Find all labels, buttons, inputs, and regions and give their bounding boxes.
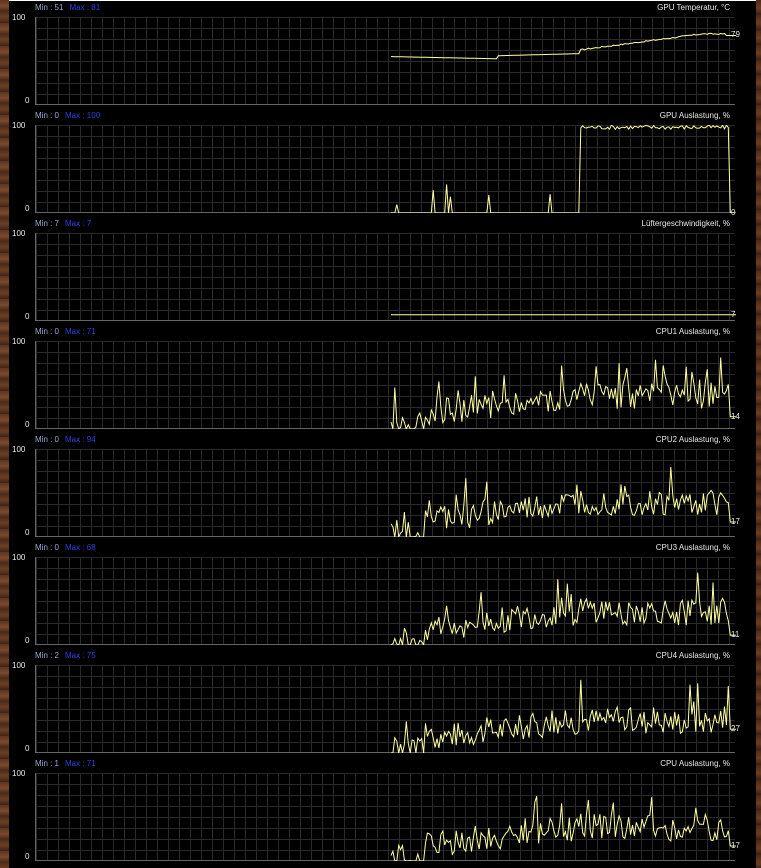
y-axis-min-label: 0 xyxy=(25,744,30,753)
y-axis-min-label: 0 xyxy=(25,312,30,321)
graph-line-svg xyxy=(391,314,736,316)
max-value: Max : 71 xyxy=(65,759,96,768)
graph-title: CPU2 Auslastung, % xyxy=(655,435,730,444)
y-axis-min-label: 0 xyxy=(25,204,30,213)
y-axis-max-label: 100 xyxy=(12,445,26,454)
current-value: 79 xyxy=(731,30,740,40)
min-value: Min : 2 xyxy=(35,651,60,660)
graph-header: Min : 0 Max : 71 CPU1 Auslastung, % xyxy=(9,325,756,337)
min-max-label: Min : 7 Max : 7 xyxy=(35,219,91,229)
min-value: Min : 51 xyxy=(35,3,64,12)
graph-panel: Min : 7 Max : 7 Lüftergeschwindigkeit, % … xyxy=(9,217,756,325)
max-value: Max : 81 xyxy=(69,3,101,12)
graph-header: Min : 7 Max : 7 Lüftergeschwindigkeit, % xyxy=(9,217,756,229)
graph-line-svg xyxy=(390,466,736,537)
max-value: Max : 68 xyxy=(65,543,96,552)
graph-line-svg xyxy=(390,796,736,861)
min-value: Min : 1 xyxy=(35,759,60,768)
min-max-label: Min : 0 Max : 100 xyxy=(35,111,100,121)
graph-trace-line xyxy=(391,679,736,753)
graph-plot-area xyxy=(35,449,736,537)
max-value: Max : 94 xyxy=(65,435,96,444)
min-max-label: Min : 51 Max : 81 xyxy=(35,3,100,13)
y-axis-max-label: 100 xyxy=(12,769,26,778)
graph-panel: Min : 0 Max : 94 CPU2 Auslastung, % 100 0… xyxy=(9,433,756,541)
y-axis-min-label: 0 xyxy=(25,528,30,537)
max-value: Max : 71 xyxy=(65,327,96,336)
graph-line-svg xyxy=(391,32,736,60)
graph-line-svg xyxy=(390,572,736,645)
graph-line-svg xyxy=(391,679,736,753)
graph-panel: Min : 0 Max : 100 GPU Auslastung, % 100 0… xyxy=(9,109,756,217)
graph-line-svg xyxy=(391,125,736,213)
max-value: Max : 100 xyxy=(65,111,101,120)
graph-title: CPU4 Auslastung, % xyxy=(655,651,730,660)
graph-title: CPU3 Auslastung, % xyxy=(655,543,730,552)
graph-header: Min : 0 Max : 94 CPU2 Auslastung, % xyxy=(9,433,756,445)
y-axis-min-label: 0 xyxy=(25,852,30,861)
graph-plot-area xyxy=(35,773,736,861)
min-value: Min : 0 xyxy=(35,543,60,552)
graph-plot-area xyxy=(35,665,736,753)
current-value: 11 xyxy=(731,630,740,640)
min-max-label: Min : 0 Max : 94 xyxy=(35,435,96,445)
graph-title: Lüftergeschwindigkeit, % xyxy=(641,219,731,228)
min-value: Min : 0 xyxy=(35,327,60,336)
y-axis-max-label: 100 xyxy=(12,229,26,238)
graph-plot-area xyxy=(35,125,736,213)
min-value: Min : 7 xyxy=(35,219,60,228)
graph-trace-line xyxy=(391,125,736,213)
current-value: 14 xyxy=(731,411,740,421)
window-frame-left xyxy=(0,0,9,868)
graph-title: GPU Auslastung, % xyxy=(659,111,730,120)
graph-plot-area xyxy=(35,17,736,105)
y-axis-max-label: 100 xyxy=(12,553,26,562)
graph-trace-line xyxy=(391,32,736,60)
min-value: Min : 0 xyxy=(35,111,60,120)
graph-title: GPU Temperatur, °C xyxy=(657,3,730,12)
min-value: Min : 0 xyxy=(35,435,60,444)
graph-header: Min : 1 Max : 71 CPU Auslastung, % xyxy=(9,757,756,769)
current-value: 17 xyxy=(731,841,740,851)
y-axis-max-label: 100 xyxy=(12,337,26,346)
graph-header: Min : 0 Max : 68 CPU3 Auslastung, % xyxy=(9,541,756,553)
graph-plot-area xyxy=(35,557,736,645)
current-value: 27 xyxy=(731,724,740,734)
graph-title: CPU Auslastung, % xyxy=(660,759,730,768)
graph-panel: Min : 0 Max : 71 CPU1 Auslastung, % 100 0… xyxy=(9,325,756,433)
min-max-label: Min : 2 Max : 75 xyxy=(35,651,96,661)
current-value: 7 xyxy=(731,309,736,319)
y-axis-min-label: 0 xyxy=(25,420,30,429)
y-axis-min-label: 0 xyxy=(25,636,30,645)
window-frame-right xyxy=(756,0,761,868)
graph-header: Min : 2 Max : 75 CPU4 Auslastung, % xyxy=(9,649,756,661)
min-max-label: Min : 0 Max : 68 xyxy=(35,543,96,553)
graph-trace-line xyxy=(390,572,736,645)
max-value: Max : 75 xyxy=(65,651,96,660)
graph-trace-line xyxy=(390,466,736,537)
min-max-label: Min : 1 Max : 71 xyxy=(35,759,96,769)
graph-line-svg xyxy=(390,357,736,429)
graph-trace-line xyxy=(390,357,736,429)
y-axis-max-label: 100 xyxy=(12,121,26,130)
graph-header: Min : 0 Max : 100 GPU Auslastung, % xyxy=(9,109,756,121)
graph-title: CPU1 Auslastung, % xyxy=(655,327,730,336)
graph-plot-area xyxy=(35,233,736,321)
graph-header: Min : 51 Max : 81 GPU Temperatur, °C xyxy=(9,1,756,13)
max-value: Max : 7 xyxy=(65,219,92,228)
y-axis-min-label: 0 xyxy=(25,96,30,105)
graph-panel: Min : 0 Max : 68 CPU3 Auslastung, % 100 0… xyxy=(9,541,756,649)
min-max-label: Min : 0 Max : 71 xyxy=(35,327,96,337)
graph-panel: Min : 1 Max : 71 CPU Auslastung, % 100 0 … xyxy=(9,757,756,865)
current-value: 17 xyxy=(731,517,740,527)
graph-trace-line xyxy=(390,796,736,861)
y-axis-max-label: 100 xyxy=(12,661,26,670)
graph-panel: Min : 2 Max : 75 CPU4 Auslastung, % 100 0… xyxy=(9,649,756,757)
graph-plot-area xyxy=(35,341,736,429)
y-axis-max-label: 100 xyxy=(12,13,26,22)
graph-panel: Min : 51 Max : 81 GPU Temperatur, °C 100 … xyxy=(9,1,756,109)
